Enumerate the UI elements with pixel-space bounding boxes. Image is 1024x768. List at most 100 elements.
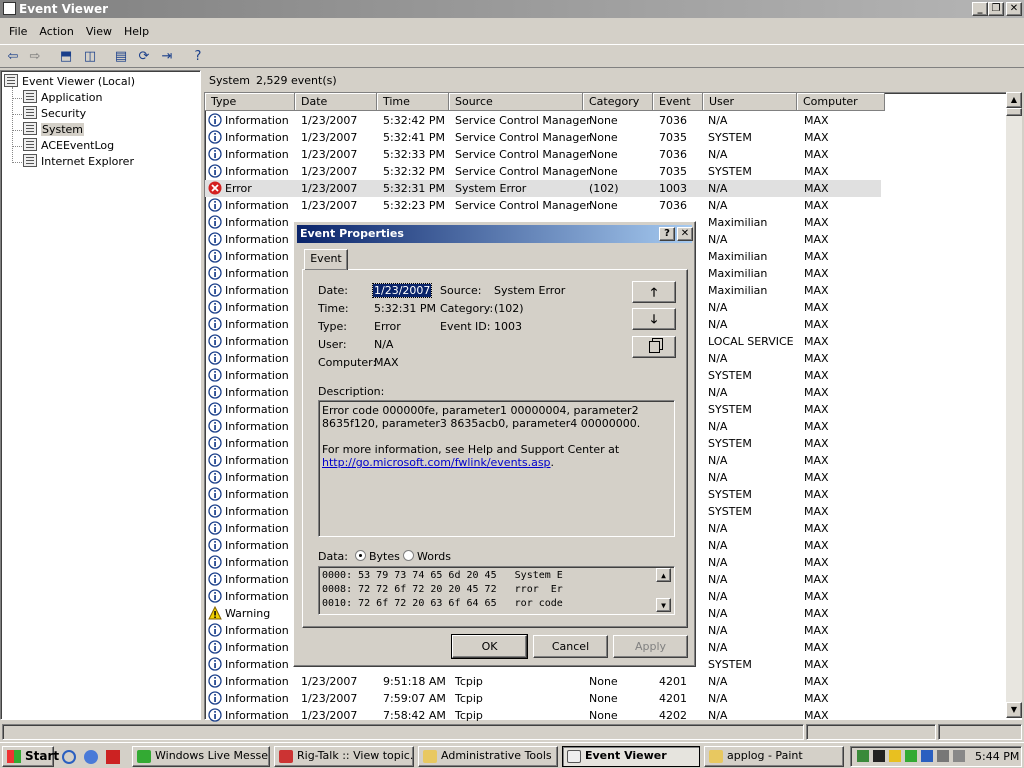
tray-icon[interactable] — [857, 750, 869, 762]
column-header-computer[interactable]: Computer — [797, 93, 885, 111]
table-row[interactable]: Information 1/23/2007 5:32:23 PM Service Co… — [205, 197, 881, 214]
cell-source: Service Control Manager — [455, 131, 591, 144]
task-applog-paint[interactable]: applog - Paint — [704, 746, 844, 767]
dialog-close-button[interactable]: ✕ — [677, 227, 693, 241]
tree-root[interactable]: Event Viewer (Local) — [4, 74, 135, 90]
volume-icon[interactable] — [953, 750, 965, 762]
tray-icon[interactable] — [889, 750, 901, 762]
show-hide-tree-icon[interactable]: ◫ — [80, 48, 100, 66]
scroll-thumb[interactable] — [1006, 108, 1022, 116]
table-row[interactable]: Information 1/23/2007 7:59:07 AM Tcpip None 4… — [205, 690, 881, 707]
dialog-title-bar[interactable]: Event Properties ? ✕ — [297, 225, 693, 243]
app-icon[interactable] — [3, 2, 16, 15]
event-count: 2,529 event(s) — [256, 74, 337, 87]
cell-computer: MAX — [804, 216, 829, 229]
export-list-icon[interactable]: ⇥ — [157, 48, 177, 66]
help-icon[interactable]: ? — [188, 48, 208, 66]
column-header-event[interactable]: Event — [653, 93, 703, 111]
date-value[interactable]: 1/23/2007 — [371, 283, 433, 298]
event-properties-dialog[interactable]: Event Properties ? ✕ Event Date: 1/23/20… — [293, 221, 696, 667]
clock[interactable]: 5:44 PM — [975, 750, 1019, 763]
table-row[interactable]: Error 1/23/2007 5:32:31 PM System Error (102… — [205, 180, 881, 197]
up-folder-icon[interactable]: ⬒ — [56, 48, 76, 66]
hex-scroll-down[interactable]: ▼ — [656, 598, 671, 612]
user-label: User: — [318, 338, 347, 351]
data-hex-box[interactable]: 0000: 53 79 73 74 65 6d 20 45 System E 00… — [318, 566, 675, 615]
table-row[interactable]: Information 1/23/2007 5:32:32 PM Service Co… — [205, 163, 881, 180]
cell-date: 1/23/2007 — [301, 165, 358, 178]
cell-computer: MAX — [804, 658, 829, 671]
bytes-radio[interactable]: Bytes — [355, 550, 400, 563]
table-row[interactable]: Information 1/23/2007 5:32:33 PM Service Co… — [205, 146, 881, 163]
cell-event: 4201 — [659, 692, 687, 705]
refresh-icon[interactable]: ⟳ — [134, 48, 154, 66]
column-header-date[interactable]: Date — [295, 93, 377, 111]
vertical-scrollbar[interactable]: ▲ ▼ — [1006, 92, 1022, 718]
previous-event-button[interactable]: 🡑 — [632, 281, 676, 303]
column-header-user[interactable]: User — [703, 93, 797, 111]
ok-button[interactable]: OK — [451, 634, 528, 659]
tree-item-system[interactable]: System — [23, 122, 85, 138]
quicklaunch-media-icon[interactable] — [84, 750, 98, 764]
cell-date: 1/23/2007 — [301, 199, 358, 212]
information-icon — [208, 589, 222, 603]
scroll-down-button[interactable]: ▼ — [1006, 702, 1022, 718]
task-rig-talk[interactable]: Rig-Talk :: View topic... — [274, 746, 414, 767]
hex-scroll-up[interactable]: ▲ — [656, 568, 671, 582]
cell-category: None — [589, 114, 618, 127]
words-radio[interactable]: Words — [403, 550, 451, 563]
scroll-up-button[interactable]: ▲ — [1006, 92, 1022, 108]
menu-action[interactable]: Action — [33, 22, 79, 41]
restore-button[interactable]: ❐ — [988, 2, 1004, 16]
console-tree[interactable]: Event Viewer (Local) Application Securit… — [0, 70, 201, 720]
information-icon — [208, 215, 222, 229]
tab-event[interactable]: Event — [304, 249, 348, 270]
tree-item-security[interactable]: Security — [23, 106, 86, 122]
tray-icon[interactable] — [937, 750, 949, 762]
properties-icon[interactable]: ▤ — [111, 48, 131, 66]
tree-item-internet-explorer[interactable]: Internet Explorer — [23, 154, 134, 170]
tray-icon[interactable] — [873, 750, 885, 762]
menu-file[interactable]: File — [3, 22, 33, 41]
tray-icon[interactable] — [921, 750, 933, 762]
description-link[interactable]: http://go.microsoft.com/fwlink/events.as… — [322, 456, 551, 469]
next-event-button[interactable]: 🡓 — [632, 308, 676, 330]
cell-event: 7035 — [659, 165, 687, 178]
cell-user: N/A — [708, 573, 728, 586]
column-header-category[interactable]: Category — [583, 93, 653, 111]
cancel-button[interactable]: Cancel — [533, 635, 608, 658]
minimize-button[interactable]: _ — [972, 2, 988, 16]
table-row[interactable]: Information 1/23/2007 5:32:42 PM Service Co… — [205, 112, 881, 129]
copy-button[interactable] — [632, 336, 676, 358]
cell-type: Information — [225, 420, 289, 433]
description-box[interactable]: Error code 000000fe, parameter1 00000004… — [318, 400, 675, 537]
column-header-source[interactable]: Source — [449, 93, 583, 111]
menu-help[interactable]: Help — [118, 22, 155, 41]
column-header-time[interactable]: Time — [377, 93, 449, 111]
information-icon — [208, 402, 222, 416]
start-button[interactable]: Start — [2, 746, 59, 767]
table-row[interactable]: Information 1/23/2007 5:32:41 PM Service Co… — [205, 129, 881, 146]
task-event-viewer[interactable]: Event Viewer — [562, 746, 700, 767]
tree-item-aceeventlog[interactable]: ACEEventLog — [23, 138, 114, 154]
quicklaunch-app-icon[interactable] — [106, 750, 120, 764]
close-button[interactable]: ✕ — [1006, 2, 1022, 16]
tray-icon[interactable] — [905, 750, 917, 762]
back-arrow-icon[interactable]: ⇦ — [3, 48, 23, 66]
cell-type: Information — [225, 692, 289, 705]
dialog-help-button[interactable]: ? — [659, 227, 675, 241]
forward-arrow-icon[interactable]: ⇨ — [25, 48, 45, 66]
menu-view[interactable]: View — [80, 22, 118, 41]
cell-computer: MAX — [804, 199, 829, 212]
quicklaunch-ie-icon[interactable] — [62, 750, 76, 764]
task-administrative-tools[interactable]: Administrative Tools — [418, 746, 558, 767]
column-header-type[interactable]: Type — [205, 93, 295, 111]
cell-computer: MAX — [804, 148, 829, 161]
window-title-bar[interactable]: Event Viewer _ ❐ ✕ — [0, 0, 1024, 18]
cell-type: Information — [225, 318, 289, 331]
table-row[interactable]: Information 1/23/2007 9:51:18 AM Tcpip None 4… — [205, 673, 881, 690]
cell-type: Information — [225, 522, 289, 535]
apply-button[interactable]: Apply — [613, 635, 688, 658]
task-windows-live-messenger[interactable]: Windows Live Messe... — [132, 746, 270, 767]
tree-item-application[interactable]: Application — [23, 90, 102, 106]
